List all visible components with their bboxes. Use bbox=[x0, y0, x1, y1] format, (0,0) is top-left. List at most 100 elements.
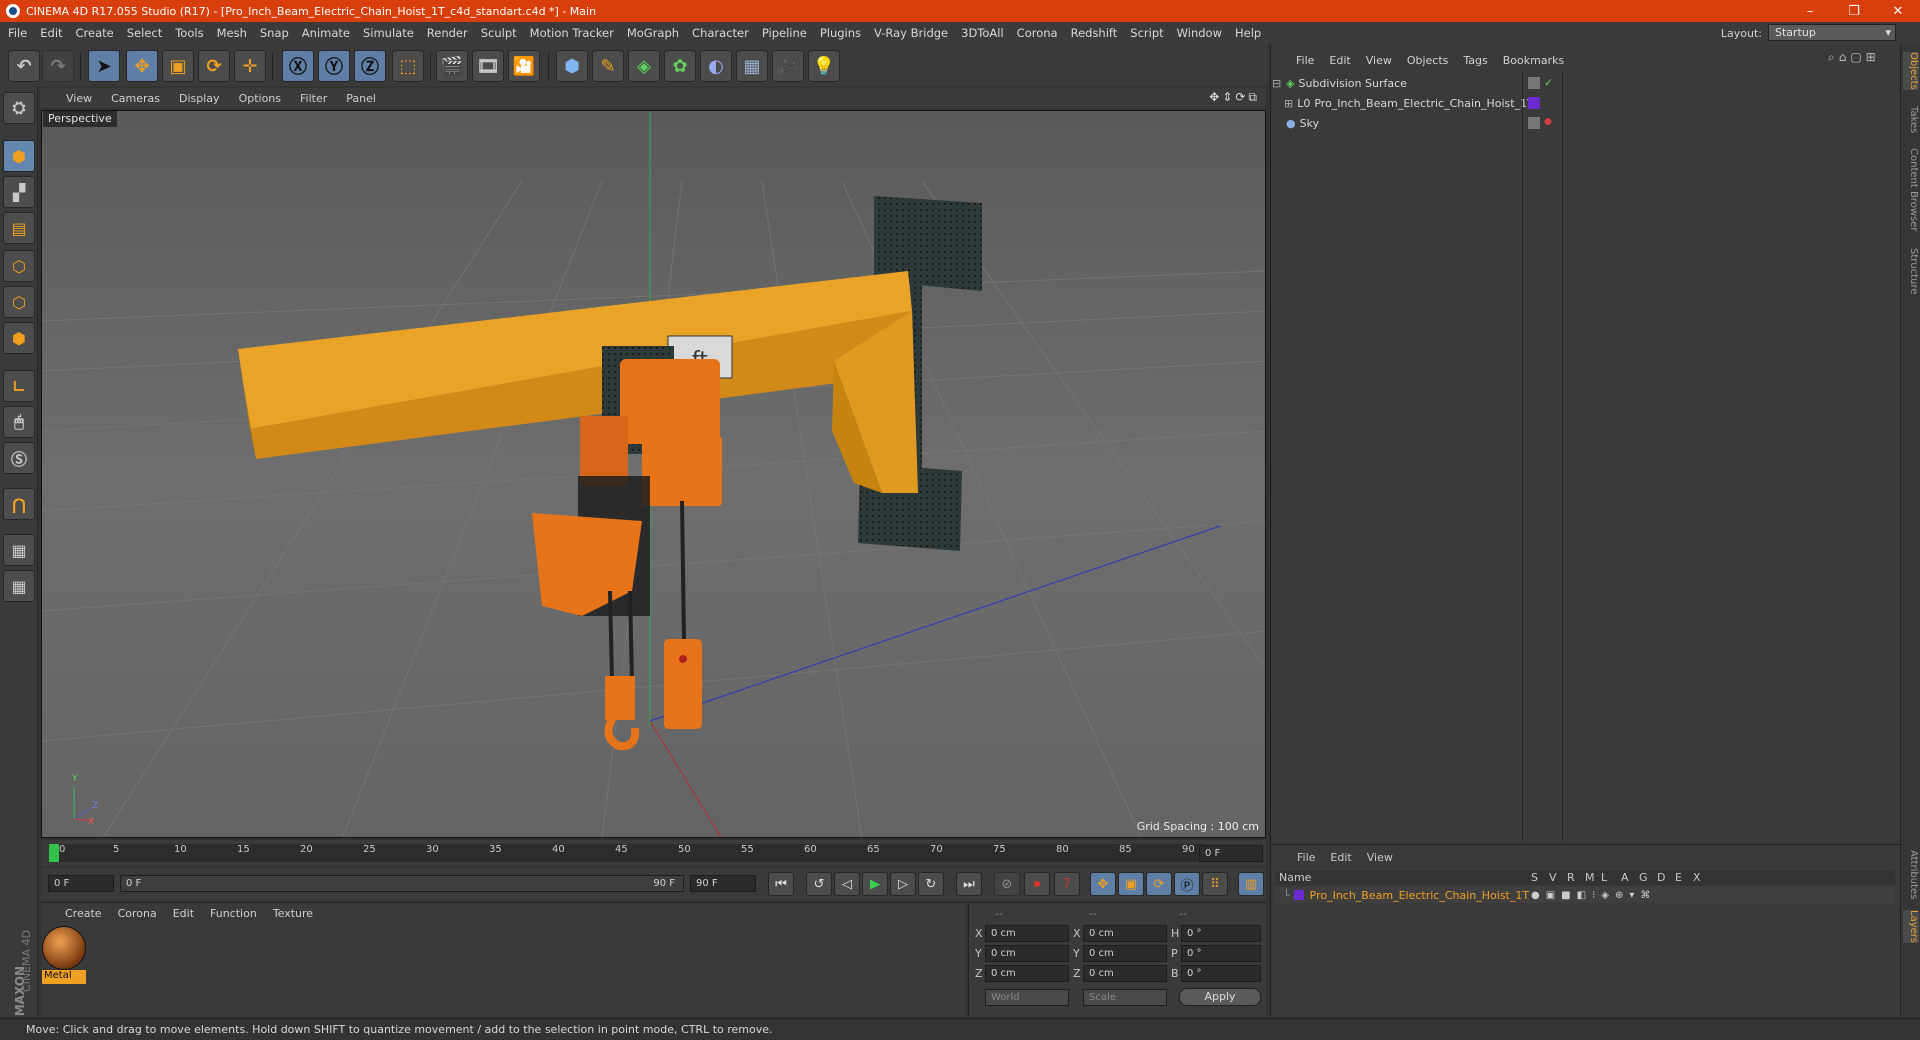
cloner-button[interactable]: ✿ bbox=[664, 50, 696, 82]
size-x-field[interactable]: 0 cm bbox=[1083, 925, 1167, 942]
menu-file[interactable]: File bbox=[8, 26, 27, 40]
layer-menu-edit[interactable]: Edit bbox=[1330, 851, 1351, 864]
material-menu-function[interactable]: Function bbox=[210, 907, 257, 920]
position-z-field[interactable]: 0 cm bbox=[985, 965, 1069, 982]
play-button[interactable]: ▶ bbox=[862, 872, 888, 896]
size-z-field[interactable]: 0 cm bbox=[1083, 965, 1167, 982]
apply-button[interactable]: Apply bbox=[1179, 988, 1261, 1006]
end-frame-field[interactable]: 90 F bbox=[690, 875, 756, 892]
menu-select[interactable]: Select bbox=[127, 26, 162, 40]
floor-button[interactable]: ▦ bbox=[736, 50, 768, 82]
close-button[interactable]: ✕ bbox=[1876, 4, 1920, 19]
object-row-subdivision[interactable]: ⊟ ◈ Subdivision Surface bbox=[1272, 74, 1522, 93]
menu-tools[interactable]: Tools bbox=[175, 26, 203, 40]
camera-button[interactable]: 🎥 bbox=[772, 50, 804, 82]
viewport-menu-filter[interactable]: Filter bbox=[300, 92, 327, 105]
material-name-label[interactable]: Metal bbox=[42, 970, 86, 984]
menu-plugins[interactable]: Plugins bbox=[820, 26, 861, 40]
perspective-viewport[interactable]: ft Y Z X Grid Spacing : 100 cm bbox=[41, 110, 1266, 838]
key-position-button[interactable]: ✥ bbox=[1090, 872, 1116, 896]
transform-tool-button[interactable]: ✛ bbox=[234, 50, 266, 82]
object-manager-toolbar-icons[interactable]: ⌕⌂▢⊞ bbox=[1828, 50, 1880, 65]
solo-button[interactable]: Ⓢ bbox=[3, 442, 35, 474]
layer-row[interactable]: └ Pro_Inch_Beam_Electric_Chain_Hoist_1T … bbox=[1275, 887, 1895, 903]
restore-button[interactable]: ❐ bbox=[1832, 4, 1876, 19]
planar-workplane-button[interactable]: ▦ bbox=[3, 570, 35, 602]
enabled-check-icon[interactable]: ✓ bbox=[1544, 76, 1553, 89]
rotate-tool-button[interactable]: ⟳ bbox=[198, 50, 230, 82]
motion-record-button[interactable]: ⊘ bbox=[994, 872, 1020, 896]
playhead[interactable] bbox=[49, 844, 59, 862]
z-axis-button[interactable]: Ⓩ bbox=[354, 50, 386, 82]
layout-select[interactable]: Startup ▾ bbox=[1768, 24, 1896, 41]
layer-menu-view[interactable]: View bbox=[1367, 851, 1393, 864]
menu-script[interactable]: Script bbox=[1130, 26, 1163, 40]
menu-character[interactable]: Character bbox=[692, 26, 749, 40]
move-tool-button[interactable]: ✥ bbox=[126, 50, 158, 82]
timeline-ruler[interactable]: 0 5 10 15 20 25 30 35 40 45 50 55 60 65 … bbox=[41, 840, 1266, 866]
viewport-menu-options[interactable]: Options bbox=[239, 92, 281, 105]
disabled-dot-icon[interactable]: ● bbox=[1544, 117, 1552, 127]
prev-key-button[interactable]: ↺ bbox=[806, 872, 832, 896]
object-menu-file[interactable]: File bbox=[1296, 54, 1314, 67]
key-pla-button[interactable]: ⠿ bbox=[1202, 872, 1228, 896]
object-menu-edit[interactable]: Edit bbox=[1329, 54, 1350, 67]
edges-mode-button[interactable]: ⬡ bbox=[3, 286, 35, 318]
record-button[interactable]: ⏺ bbox=[1024, 872, 1050, 896]
tab-layers[interactable]: Layers bbox=[1903, 910, 1919, 944]
material-swatch-metal[interactable] bbox=[42, 926, 86, 970]
x-axis-button[interactable]: Ⓧ bbox=[282, 50, 314, 82]
key-scale-button[interactable]: ▣ bbox=[1118, 872, 1144, 896]
current-frame-field[interactable]: 0 F bbox=[1199, 845, 1263, 862]
viewport-menu-display[interactable]: Display bbox=[179, 92, 220, 105]
key-param-button[interactable]: Ⓟ bbox=[1174, 872, 1200, 896]
material-menu-create[interactable]: Create bbox=[65, 907, 102, 920]
texture-mode-button[interactable]: ▞ bbox=[3, 176, 35, 208]
make-editable-button[interactable]: ⛭ bbox=[3, 92, 35, 124]
menu-window[interactable]: Window bbox=[1177, 26, 1222, 40]
size-y-field[interactable]: 0 cm bbox=[1083, 945, 1167, 962]
live-selection-button[interactable]: ➤ bbox=[88, 50, 120, 82]
frame-range-slider[interactable]: 0 F 90 F bbox=[120, 875, 684, 892]
collapse-icon[interactable]: ⊟ bbox=[1272, 77, 1282, 90]
scale-tool-button[interactable]: ▣ bbox=[162, 50, 194, 82]
deformer-button[interactable]: ◐ bbox=[700, 50, 732, 82]
enable-axis-button[interactable]: ∟ bbox=[3, 370, 35, 402]
visibility-toggle[interactable] bbox=[1528, 77, 1540, 89]
menu-mograph[interactable]: MoGraph bbox=[627, 26, 679, 40]
rotation-p-field[interactable]: 0 ° bbox=[1181, 945, 1261, 962]
prev-frame-button[interactable]: ◁ bbox=[834, 872, 860, 896]
coordinate-system-button[interactable]: ⬚ bbox=[392, 50, 424, 82]
visibility-toggle[interactable] bbox=[1528, 117, 1540, 129]
menu-corona[interactable]: Corona bbox=[1017, 26, 1058, 40]
material-menu-edit[interactable]: Edit bbox=[173, 907, 194, 920]
tab-structure[interactable]: Structure bbox=[1903, 248, 1919, 295]
menu-simulate[interactable]: Simulate bbox=[363, 26, 414, 40]
tab-takes[interactable]: Takes bbox=[1903, 106, 1919, 133]
menu-create[interactable]: Create bbox=[76, 26, 114, 40]
object-row-sky[interactable]: ● Sky bbox=[1272, 114, 1522, 133]
layer-flag-icons[interactable]: ●▣■◧⁝◈⊕▾⌘ bbox=[1531, 890, 1656, 901]
rotation-h-field[interactable]: 0 ° bbox=[1181, 925, 1261, 942]
timeline-window-button[interactable]: ▥ bbox=[1238, 872, 1264, 896]
menu-snap[interactable]: Snap bbox=[260, 26, 289, 40]
menu-mesh[interactable]: Mesh bbox=[217, 26, 247, 40]
menu-3dtoall[interactable]: 3DToAll bbox=[961, 26, 1004, 40]
object-menu-view[interactable]: View bbox=[1366, 54, 1392, 67]
object-menu-objects[interactable]: Objects bbox=[1407, 54, 1449, 67]
menu-edit[interactable]: Edit bbox=[40, 26, 62, 40]
y-axis-button[interactable]: Ⓨ bbox=[318, 50, 350, 82]
workplane-mode-button[interactable]: ▤ bbox=[3, 212, 35, 244]
layer-color-swatch[interactable] bbox=[1528, 97, 1540, 109]
object-menu-bookmarks[interactable]: Bookmarks bbox=[1503, 54, 1564, 67]
layer-menu-file[interactable]: File bbox=[1297, 851, 1315, 864]
tweak-mode-button[interactable]: 🖱 bbox=[3, 406, 35, 438]
object-menu-tags[interactable]: Tags bbox=[1463, 54, 1487, 67]
viewport-menu-cameras[interactable]: Cameras bbox=[111, 92, 160, 105]
menu-render[interactable]: Render bbox=[427, 26, 468, 40]
goto-end-button[interactable]: ⏭ bbox=[956, 872, 982, 896]
polygons-mode-button[interactable]: ⬢ bbox=[3, 322, 35, 354]
start-frame-field[interactable]: 0 F bbox=[48, 875, 114, 892]
next-key-button[interactable]: ↻ bbox=[918, 872, 944, 896]
material-menu-corona[interactable]: Corona bbox=[118, 907, 157, 920]
